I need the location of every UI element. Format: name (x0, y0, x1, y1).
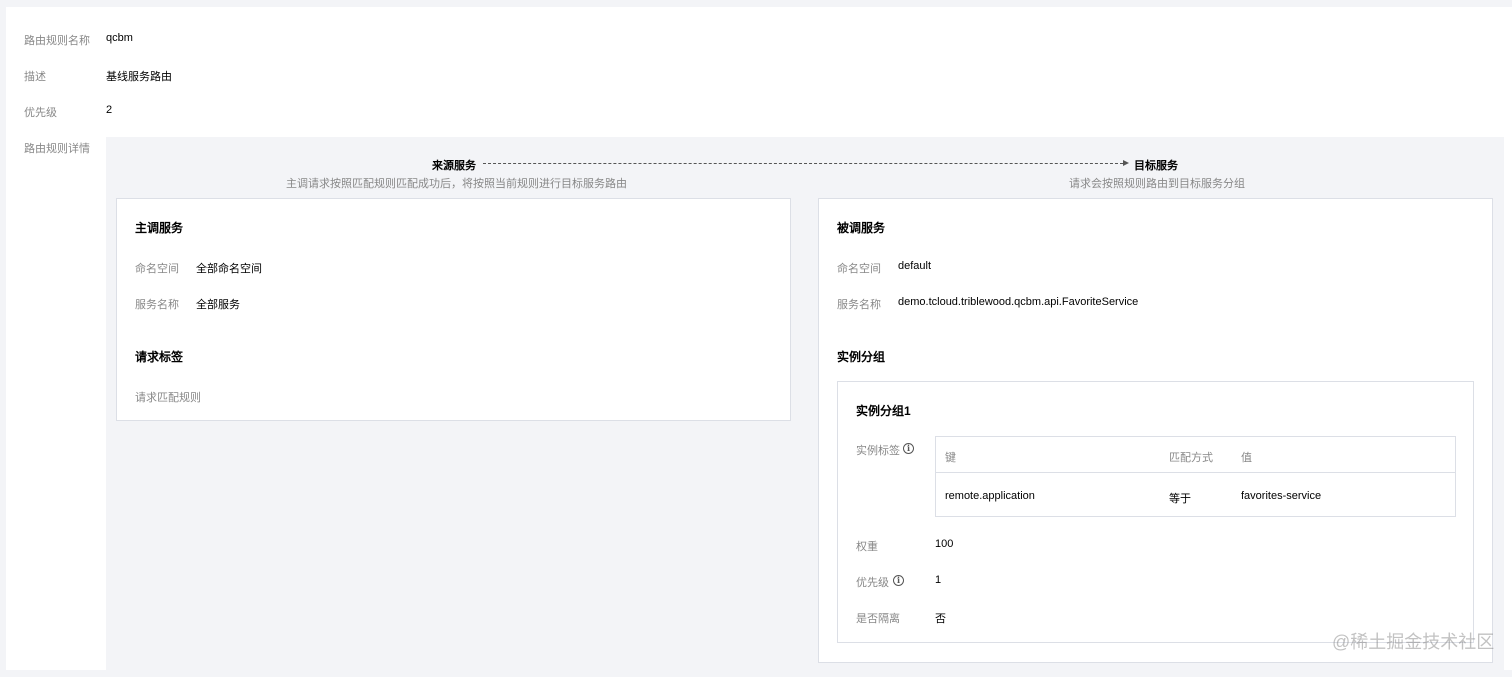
priority-label: 优先级 (24, 107, 57, 119)
source-service-desc: 主调请求按照匹配规则匹配成功后，将按照当前规则进行目标服务路由 (286, 178, 627, 190)
route-rule-detail-card: 路由规则名称 qcbm 描述 基线服务路由 优先级 2 路由规则详情 来源服务 … (6, 7, 1512, 677)
rule-detail-area: 来源服务 目标服务 主调请求按照匹配规则匹配成功后，将按照当前规则进行目标服务路… (106, 137, 1504, 677)
description-value: 基线服务路由 (106, 71, 172, 83)
caller-service-value: 全部服务 (196, 299, 240, 311)
callee-namespace-value: default (898, 260, 932, 272)
page: 路由规则名称 qcbm 描述 基线服务路由 优先级 2 路由规则详情 来源服务 … (0, 0, 1512, 677)
weight-value: 100 (935, 538, 954, 550)
priority-value: 2 (106, 104, 113, 116)
caller-namespace-value: 全部命名空间 (196, 263, 262, 275)
isolate-label: 是否隔离 (856, 613, 900, 625)
caller-namespace-label: 命名空间 (135, 263, 179, 275)
table-cell-value: favorites-service (1241, 490, 1322, 502)
target-service-desc: 请求会按照规则路由到目标服务分组 (1069, 178, 1245, 190)
info-icon[interactable]: i (893, 575, 904, 586)
rule-detail-label: 路由规则详情 (24, 143, 90, 155)
group-priority-label: 优先级 (856, 577, 889, 589)
weight-label: 权重 (856, 541, 878, 553)
caller-service-title: 主调服务 (135, 221, 184, 235)
target-service-title: 目标服务 (1134, 160, 1178, 172)
info-icon[interactable]: i (903, 443, 914, 454)
description-label: 描述 (24, 71, 46, 83)
isolate-value: 否 (935, 613, 946, 625)
callee-service-panel: 被调服务 命名空间 default 服务名称 demo.tcloud.tribl… (818, 198, 1493, 663)
table-cell-key: remote.application (945, 490, 1035, 502)
instance-tags-table: 键 匹配方式 值 remote.application 等于 favorites… (935, 436, 1456, 517)
group-priority-value: 1 (935, 574, 942, 586)
callee-service-label: 服务名称 (837, 299, 881, 311)
column-header-match: 匹配方式 (1169, 452, 1213, 464)
request-tags-title: 请求标签 (135, 350, 184, 364)
instance-tags-label: 实例标签 (856, 445, 900, 457)
callee-namespace-label: 命名空间 (837, 263, 881, 275)
caller-service-panel: 主调服务 命名空间 全部命名空间 服务名称 全部服务 请求标签 请求匹配规则 (116, 198, 791, 421)
callee-service-title: 被调服务 (837, 221, 886, 235)
column-header-value: 值 (1241, 452, 1252, 464)
arrow-right-icon (1123, 160, 1129, 166)
instance-group-card: 实例分组1 实例标签 i 键 匹配方式 值 remote.application… (837, 381, 1474, 643)
rule-name-value: qcbm (106, 32, 133, 44)
table-cell-match: 等于 (1169, 493, 1191, 505)
flow-dashed-line (483, 163, 1123, 164)
callee-service-value: demo.tcloud.triblewood.qcbm.api.Favorite… (898, 296, 1139, 308)
caller-service-label: 服务名称 (135, 299, 179, 311)
instance-group-title: 实例分组1 (856, 404, 911, 418)
source-service-title: 来源服务 (432, 160, 476, 172)
column-header-key: 键 (945, 452, 956, 464)
request-match-rule-label: 请求匹配规则 (135, 392, 201, 404)
watermark: @稀土掘金技术社区 (1332, 632, 1495, 652)
instance-groups-title: 实例分组 (837, 350, 886, 364)
rule-name-label: 路由规则名称 (24, 35, 90, 47)
